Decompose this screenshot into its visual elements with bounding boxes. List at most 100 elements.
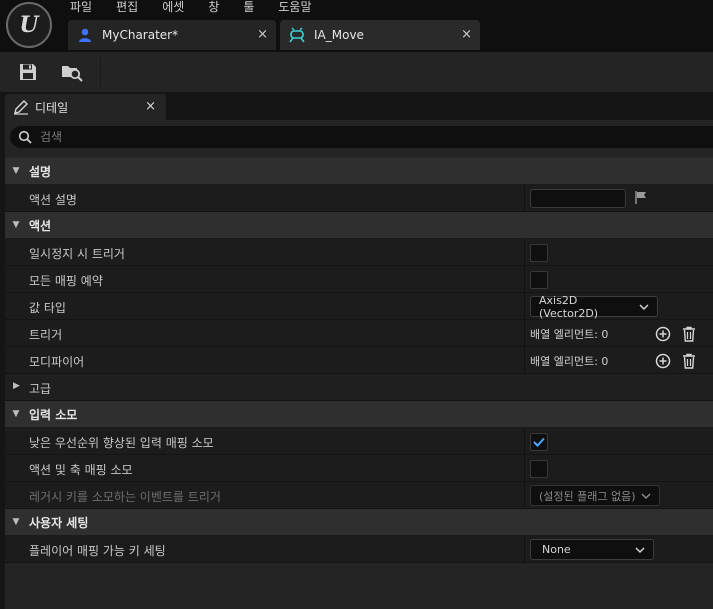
add-element-icon[interactable] — [654, 352, 672, 370]
value-type-dropdown[interactable]: Axis2D (Vector2D) — [530, 293, 658, 320]
tab-details[interactable]: 디테일 × — [5, 94, 166, 120]
asset-toolbar — [0, 52, 713, 92]
search-box[interactable] — [10, 126, 713, 148]
unreal-logo[interactable]: U — [6, 2, 52, 48]
trash-icon[interactable] — [680, 352, 698, 370]
consume-lower-priority-checkbox[interactable] — [530, 432, 548, 451]
array-count: 배열 엘리먼트: 0 — [530, 354, 609, 368]
tab-label: MyCharater* — [102, 28, 179, 42]
column-divider — [524, 293, 525, 320]
tab-ia-move[interactable]: IA_Move × — [280, 20, 480, 50]
property-label: 낮은 우선순위 향상된 입력 매핑 소모 — [29, 436, 214, 450]
reserve-all-mappings-checkbox[interactable] — [530, 270, 548, 289]
category-label: 사용자 세팅 — [29, 515, 89, 530]
menu-bar: 파일 편집 에셋 창 툴 도움말 — [58, 0, 324, 16]
property-action-description: 액션 설명 — [5, 185, 713, 212]
column-divider — [524, 239, 525, 266]
dropdown-value: Axis2D (Vector2D) — [539, 293, 599, 320]
dropdown-value: (설정된 플래그 없음) — [539, 489, 636, 503]
close-icon[interactable]: × — [145, 99, 156, 114]
property-label: 일시정지 시 트리거 — [29, 247, 125, 261]
property-label: 액션 및 축 매핑 소모 — [29, 463, 133, 477]
property-label: 모든 매핑 예약 — [29, 274, 103, 288]
close-icon[interactable]: × — [461, 27, 472, 42]
tab-mycharater[interactable]: MyCharater* × — [68, 20, 276, 50]
details-panel: ▼ 설명 액션 설명 ▼ 액션 일시정지 시 트리거 — [5, 120, 713, 609]
expanded-arrow-icon: ▼ — [12, 409, 20, 419]
menu-asset[interactable]: 에셋 — [150, 0, 196, 16]
property-reserve-all-mappings: 모든 매핑 예약 — [5, 266, 713, 293]
menu-edit[interactable]: 편집 — [104, 0, 150, 16]
search-input[interactable] — [40, 130, 640, 144]
chevron-down-icon — [639, 303, 649, 310]
menu-window[interactable]: 창 — [196, 0, 231, 16]
legacy-flags-dropdown: (설정된 플래그 없음) — [530, 485, 660, 506]
property-list: ▼ 설명 액션 설명 ▼ 액션 일시정지 시 트리거 모든 매핑 예약 값 타입… — [5, 158, 713, 563]
character-icon — [76, 26, 94, 44]
expanded-arrow-icon: ▼ — [12, 166, 20, 176]
column-divider — [524, 347, 525, 374]
category-label: 액션 — [29, 218, 52, 233]
category-label: 설명 — [29, 164, 52, 179]
dropdown-value: None — [542, 543, 571, 556]
browse-button[interactable] — [60, 60, 84, 84]
property-label: 액션 설명 — [29, 193, 77, 207]
column-divider — [524, 266, 525, 293]
expanded-arrow-icon: ▼ — [12, 220, 20, 230]
column-divider — [524, 428, 525, 455]
property-triggers: 트리거 배열 엘리먼트: 0 — [5, 320, 713, 347]
property-consume-action-axis: 액션 및 축 매핑 소모 — [5, 455, 713, 482]
category-description[interactable]: ▼ 설명 — [5, 158, 713, 185]
expanded-arrow-icon: ▼ — [12, 517, 20, 527]
property-trigger-when-paused: 일시정지 시 트리거 — [5, 239, 713, 266]
collapsed-arrow-icon: ▶ — [13, 381, 20, 391]
property-trigger-legacy-events: 레거시 키를 소모하는 이벤트를 트리거 (설정된 플래그 없음) — [5, 482, 713, 509]
column-divider — [524, 482, 525, 509]
category-action[interactable]: ▼ 액션 — [5, 212, 713, 239]
property-label: 레거시 키를 소모하는 이벤트를 트리거 — [29, 490, 221, 504]
tab-label: IA_Move — [314, 28, 364, 42]
menu-tools[interactable]: 툴 — [231, 0, 266, 16]
browse-icon — [62, 66, 83, 82]
property-consume-lower-priority: 낮은 우선순위 향상된 입력 매핑 소모 — [5, 428, 713, 455]
trash-icon[interactable] — [680, 325, 698, 343]
panel-tab-bar: 디테일 × — [0, 92, 713, 120]
column-divider — [524, 536, 525, 563]
add-element-icon[interactable] — [654, 325, 672, 343]
menu-help[interactable]: 도움말 — [266, 0, 323, 16]
menu-file[interactable]: 파일 — [58, 0, 104, 16]
column-divider — [524, 455, 525, 482]
category-input-consumption[interactable]: ▼ 입력 소모 — [5, 401, 713, 428]
input-action-icon — [288, 26, 306, 44]
chevron-down-icon — [641, 492, 651, 499]
chevron-down-icon — [635, 546, 645, 553]
category-user-settings[interactable]: ▼ 사용자 세팅 — [5, 509, 713, 536]
checkmark-icon — [533, 437, 545, 447]
consume-action-axis-checkbox[interactable] — [530, 459, 548, 478]
save-icon — [20, 64, 36, 80]
close-icon[interactable]: × — [257, 27, 268, 42]
trigger-when-paused-checkbox[interactable] — [530, 243, 548, 262]
property-value-type: 값 타입 Axis2D (Vector2D) — [5, 293, 713, 320]
document-tabs: MyCharater* × IA_Move × — [68, 20, 484, 52]
search-icon — [18, 130, 32, 144]
property-label: 트리거 — [29, 328, 63, 342]
title-bar: U 파일 편집 에셋 창 툴 도움말 MyCharater* × IA_Move… — [0, 0, 713, 52]
property-label: 고급 — [29, 382, 52, 396]
category-label: 입력 소모 — [29, 407, 78, 422]
player-mappable-dropdown[interactable]: None — [530, 539, 654, 560]
save-button[interactable] — [16, 60, 40, 84]
property-label: 모디파이어 — [29, 355, 85, 369]
action-description-field[interactable] — [530, 189, 626, 208]
edit-icon — [14, 100, 28, 115]
localization-flag-icon[interactable] — [634, 190, 648, 207]
array-count: 배열 엘리먼트: 0 — [530, 327, 609, 341]
toolbar-divider — [100, 58, 101, 86]
property-advanced[interactable]: ▶ 고급 — [5, 374, 713, 401]
property-player-mappable-settings: 플레이어 매핑 가능 키 세팅 None — [5, 536, 713, 563]
property-label: 값 타입 — [29, 301, 66, 315]
property-label: 플레이어 매핑 가능 키 세팅 — [29, 544, 166, 558]
column-divider — [524, 185, 525, 212]
column-divider — [524, 320, 525, 347]
property-modifiers: 모디파이어 배열 엘리먼트: 0 — [5, 347, 713, 374]
